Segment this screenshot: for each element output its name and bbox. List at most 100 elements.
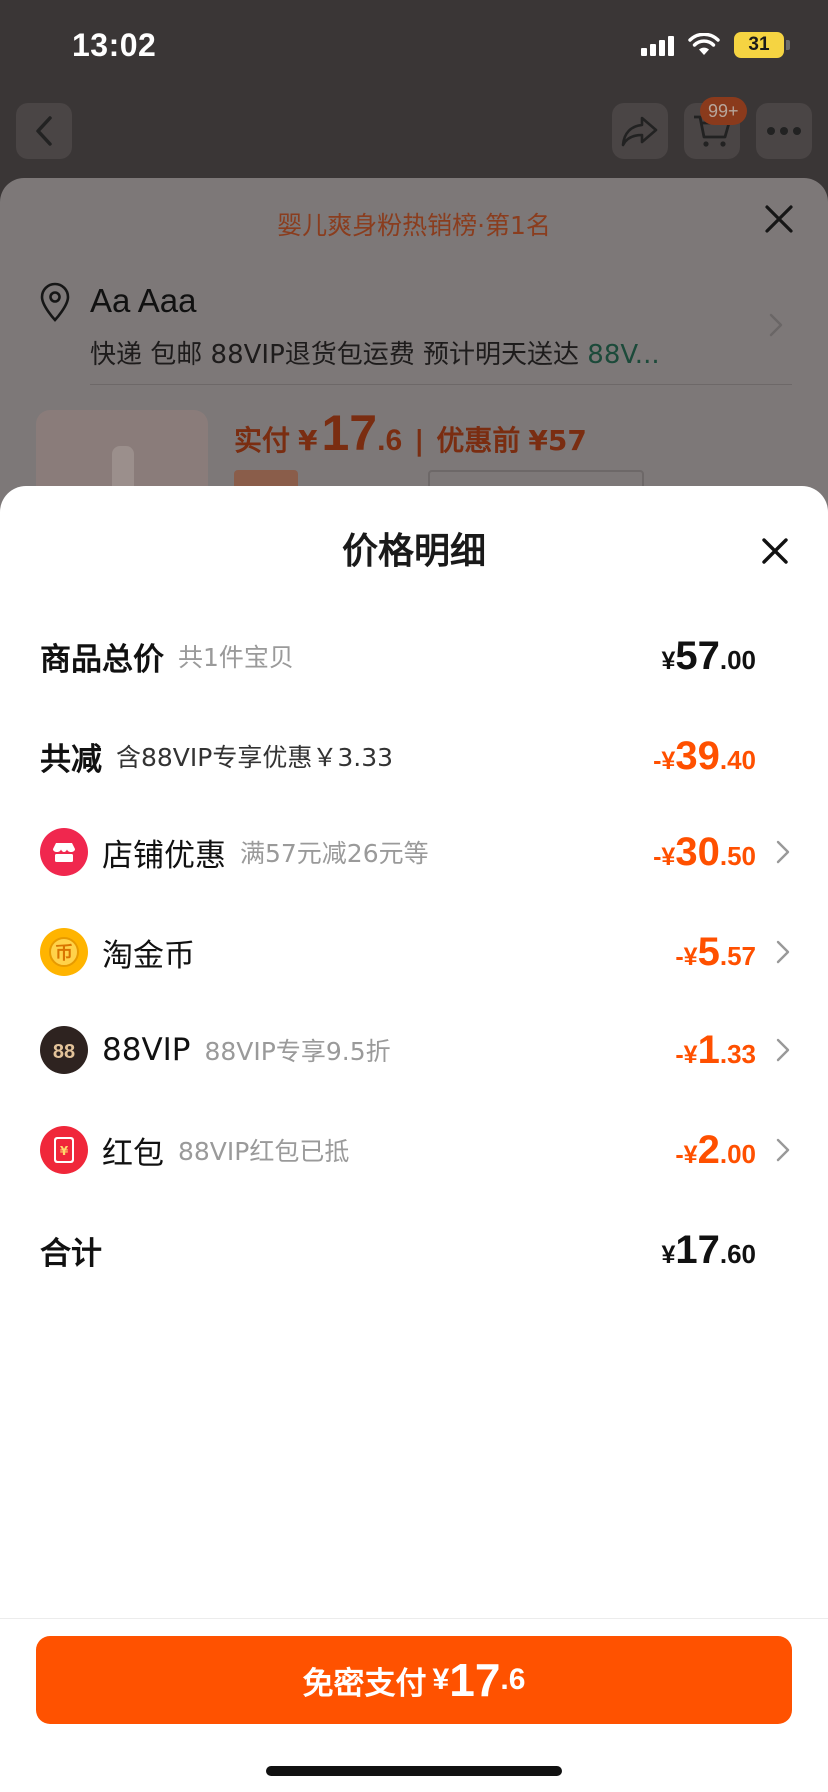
row-amount: ¥17.60 [661, 1220, 756, 1280]
svg-text:币: 币 [55, 943, 73, 964]
row-note: 共1件宝贝 [178, 643, 294, 672]
row-note: 88VIP专享9.5折 [204, 1037, 391, 1066]
status-icons: 31 [641, 32, 790, 58]
pay-button-dec: .6 [500, 1663, 526, 1696]
pay-button-currency: ¥ [432, 1663, 450, 1696]
red-packet-icon: ¥ [40, 1126, 88, 1174]
share-icon [621, 116, 658, 147]
more-button[interactable] [756, 103, 812, 159]
row-amount: -¥ 2.00 [675, 1120, 756, 1180]
row-label: 店铺优惠 [102, 837, 226, 874]
cart-badge: 99+ [700, 97, 747, 125]
product-navbar: 99+ [0, 97, 828, 163]
back-button[interactable] [16, 103, 72, 159]
price-before-value: ¥57 [528, 424, 587, 457]
home-indicator [266, 1766, 562, 1776]
close-icon[interactable] [762, 202, 796, 236]
row-note: 满57元减26元等 [240, 839, 429, 868]
amount-currency: ¥ [661, 647, 676, 675]
row-note: 含88VIP专享优惠￥3.33 [116, 743, 394, 772]
amount-int: 17 [675, 1228, 720, 1272]
row-label: 合计 [40, 1235, 102, 1272]
shop-icon [40, 828, 88, 876]
price-label: 实付 [234, 424, 291, 457]
divider [90, 384, 792, 385]
address-name[interactable]: Aa Aaa [90, 282, 196, 320]
shipping-info: 快递 包邮 88VIP退货包运费 预计明天送达 88V... [90, 334, 660, 371]
row-label: 共减 [40, 741, 102, 778]
shipping-text: 快递 包邮 88VIP退货包运费 预计明天送达 [90, 340, 588, 370]
amount-dec: .00 [719, 645, 756, 675]
row-88vip[interactable]: 88 88VIP 88VIP专享9.5折 -¥ 1.33 [0, 1020, 828, 1080]
row-item-total: 商品总价 共1件宝贝 ¥57.00 [0, 626, 828, 686]
footer-divider [0, 1618, 828, 1619]
amount-currency: -¥ [675, 1141, 698, 1169]
row-shop-discount[interactable]: 店铺优惠 满57元减26元等 -¥ 30.50 [0, 822, 828, 882]
pay-button-int: 17 [449, 1654, 501, 1706]
price-currency: ¥ [298, 424, 318, 457]
rank-banner: 婴儿爽身粉热销榜·第1名 [277, 211, 551, 240]
chevron-right-icon [776, 840, 790, 864]
amount-currency: -¥ [653, 747, 676, 775]
row-red-packet[interactable]: ¥ 红包 88VIP红包已抵 -¥ 2.00 [0, 1120, 828, 1180]
row-grand-total: 合计 ¥17.60 [0, 1220, 828, 1280]
amount-int: 1 [697, 1028, 720, 1072]
sheet-title: 价格明细 [341, 531, 486, 572]
amount-dec: .50 [719, 841, 756, 871]
row-amount: -¥ 39.40 [653, 726, 756, 786]
row-label: 88VIP [102, 1032, 191, 1068]
chevron-right-icon [776, 940, 790, 964]
row-note: 88VIP红包已抵 [178, 1137, 350, 1166]
chevron-right-icon [776, 1138, 790, 1162]
amount-dec: .33 [719, 1039, 756, 1069]
amount-int: 39 [675, 734, 720, 778]
status-bar: 13:02 31 [0, 0, 828, 90]
row-label: 淘金币 [102, 937, 195, 974]
row-amount: ¥57.00 [661, 626, 756, 686]
location-pin-icon [40, 282, 70, 322]
amount-int: 30 [675, 830, 720, 874]
product-price: 实付 ¥ 17 .6 | 优惠前 ¥57 [234, 404, 587, 462]
chevron-right-icon [776, 1038, 790, 1062]
chevron-left-icon [36, 116, 52, 146]
amount-int: 5 [697, 930, 720, 974]
amount-dec: .40 [719, 745, 756, 775]
row-amount: -¥ 5.57 [675, 922, 756, 982]
wifi-icon [688, 33, 720, 55]
price-before-label: 优惠前 [436, 424, 521, 457]
battery-level: 31 [748, 34, 770, 55]
amount-currency: ¥ [661, 1241, 676, 1269]
status-time: 13:02 [72, 26, 157, 63]
row-amount: -¥ 30.50 [653, 822, 756, 882]
svg-text:88: 88 [53, 1041, 75, 1062]
amount-dec: .60 [719, 1239, 756, 1269]
amount-dec: .57 [719, 941, 756, 971]
pay-button-label: 免密支付 [302, 1665, 427, 1702]
amount-currency: -¥ [653, 843, 676, 871]
close-icon[interactable] [760, 536, 790, 566]
chevron-right-icon [769, 313, 783, 337]
amount-currency: -¥ [675, 1041, 698, 1069]
taojinbi-coin-icon: 币 [40, 928, 88, 976]
price-separator: | [414, 424, 425, 457]
price-int: 17 [321, 405, 378, 461]
88vip-icon: 88 [40, 1026, 88, 1074]
cellular-signal-icon [641, 34, 674, 56]
svg-text:¥: ¥ [60, 1144, 69, 1158]
more-dots-icon [767, 127, 801, 135]
price-dec: .6 [377, 424, 403, 457]
row-taojinbi[interactable]: 币 淘金币 -¥ 5.57 [0, 922, 828, 982]
amount-int: 2 [697, 1128, 720, 1172]
amount-currency: -¥ [675, 943, 698, 971]
pay-button[interactable]: 免密支付 ¥ 17 .6 [36, 1636, 792, 1724]
row-label: 红包 [102, 1135, 164, 1172]
amount-int: 57 [675, 634, 720, 678]
amount-dec: .00 [719, 1139, 756, 1169]
share-button[interactable] [612, 103, 668, 159]
row-amount: -¥ 1.33 [675, 1020, 756, 1080]
price-detail-sheet: 价格明细 商品总价 共1件宝贝 ¥57.00 共减 含88VIP专享优惠￥3.3… [0, 486, 828, 1792]
row-label: 商品总价 [40, 641, 164, 678]
shipping-vip: 88V... [587, 340, 660, 370]
battery-icon: 31 [734, 32, 790, 58]
row-total-discount: 共减 含88VIP专享优惠￥3.33 -¥ 39.40 [0, 726, 828, 786]
